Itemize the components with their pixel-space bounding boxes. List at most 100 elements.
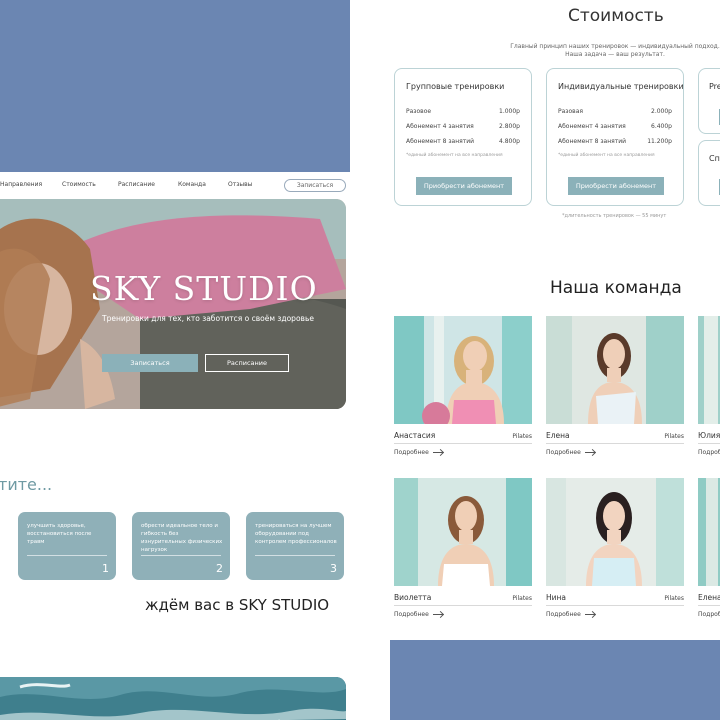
more-link[interactable]: Подробнее (394, 611, 532, 618)
pricing-team-page: Стоимость Главный принцип наших трениров… (350, 0, 720, 640)
price-list: Разовая 2.000р Абонемент 4 занятия 6.400р … (558, 108, 672, 153)
price-label: Абонемент 8 занятий (558, 138, 627, 145)
team-member-card[interactable]: Елена Подробнее (698, 478, 720, 618)
home-page: Направления Стоимость Расписание Команда… (0, 172, 390, 720)
benefit-number: 3 (330, 562, 337, 575)
benefits-heading: тите... (0, 475, 53, 494)
hero-schedule-button[interactable]: Расписание (205, 354, 289, 372)
more-link[interactable]: Подробнее (698, 611, 720, 618)
benefit-number: 2 (216, 562, 223, 575)
member-info: Юлия (698, 431, 720, 444)
price-row: Абонемент 4 занятия 2.800р (406, 123, 520, 138)
price-label: Абонемент 4 занятия (406, 123, 474, 130)
price-label: Абонемент 8 занятий (406, 138, 475, 145)
team-member-card[interactable]: Нина Pilates Подробнее (546, 478, 684, 618)
benefit-text: улучшить здоровье, восстановиться после … (27, 523, 92, 545)
more-link[interactable]: Подробнее (546, 611, 684, 618)
pricing-subtitle-line1: Главный принцип наших тренировок — индив… (510, 43, 720, 50)
member-name: Виолетта (394, 593, 432, 602)
price-note: *единый абонемент на все направления (406, 153, 503, 158)
member-role: Pilates (664, 595, 684, 602)
benefit-card: улучшить здоровье, восстановиться после … (18, 512, 116, 580)
more-label: Подробнее (394, 449, 429, 456)
price-row: Разовое 1.000р (406, 108, 520, 123)
nav-signup-button[interactable]: Записаться (284, 179, 346, 192)
member-name: Елена (546, 431, 570, 440)
nav-item-reviews[interactable]: Отзывы (228, 181, 252, 188)
member-role: Pilates (512, 595, 532, 602)
price-value: 4.800р (499, 138, 520, 145)
nav-item-team[interactable]: Команда (178, 181, 206, 188)
arrow-right-icon (584, 452, 595, 453)
arrow-right-icon (432, 614, 443, 615)
team-title: Наша команда (550, 278, 682, 298)
more-link[interactable]: Подробнее (698, 449, 720, 456)
arrow-right-icon (432, 452, 443, 453)
price-row: Разовая 2.000р (558, 108, 672, 123)
more-label: Подробнее (546, 449, 581, 456)
benefit-text: тренироваться на лучшем оборудовании под… (255, 523, 337, 545)
price-label: Разовое (406, 108, 432, 115)
price-card-title: Сп (709, 154, 720, 163)
price-value: 11.200р (647, 138, 672, 145)
benefit-divider (27, 555, 107, 556)
price-card-title: Индивидуальные тренировки (558, 82, 684, 91)
member-photo (546, 316, 684, 424)
price-row: Абонемент 8 занятий 4.800р (406, 138, 520, 153)
price-card-partial: Сп (698, 140, 720, 206)
price-card-title: Pre (709, 82, 720, 91)
member-name: Нина (546, 593, 567, 602)
member-photo (394, 316, 532, 424)
benefit-number: 1 (102, 562, 109, 575)
team-member-card[interactable]: Юлия Подробнее (698, 316, 720, 456)
member-photo (546, 478, 684, 586)
price-card-title: Групповые тренировки (406, 82, 505, 91)
buy-subscription-button[interactable]: Приобрести абонемент (568, 177, 664, 195)
price-label: Разовая (558, 108, 583, 115)
team-member-card[interactable]: Елена Pilates Подробнее (546, 316, 684, 456)
price-card-individual: Индивидуальные тренировки Разовая 2.000р … (546, 68, 684, 206)
member-photo (698, 478, 720, 586)
price-value: 1.000р (499, 108, 520, 115)
more-link[interactable]: Подробнее (546, 449, 684, 456)
duration-note: *длительность тренировок — 55 минут (562, 213, 667, 219)
price-list: Разовое 1.000р Абонемент 4 занятия 2.800р … (406, 108, 520, 153)
member-info: Нина Pilates (546, 593, 684, 606)
member-info: Анастасия Pilates (394, 431, 532, 444)
member-role: Pilates (512, 433, 532, 440)
hero-signup-button[interactable]: Записаться (102, 354, 198, 372)
sea-photo (0, 677, 346, 720)
pricing-subtitle-line2: Наша задача — ваш результат. (565, 51, 665, 58)
benefit-text: обрести идеальное тело и гибкость без из… (141, 523, 223, 553)
price-label: Абонемент 4 занятия (558, 123, 626, 130)
buy-subscription-button[interactable]: Приобрести абонемент (416, 177, 512, 195)
benefit-card: обрести идеальное тело и гибкость без из… (132, 512, 230, 580)
arrow-right-icon (584, 614, 595, 615)
hero-banner: SKY STUDIO Тренировки для тех, кто забот… (0, 199, 346, 409)
nav-item-directions[interactable]: Направления (0, 181, 42, 188)
closing-text: ждём вас в SKY STUDIO (145, 596, 330, 614)
team-member-card[interactable]: Анастасия Pilates Подробнее (394, 316, 532, 456)
member-name: Елена (698, 593, 720, 602)
nav-item-schedule[interactable]: Расписание (118, 181, 155, 188)
nav-item-pricing[interactable]: Стоимость (62, 181, 96, 188)
member-name: Юлия (698, 431, 720, 440)
member-name: Анастасия (394, 431, 436, 440)
more-label: Подробнее (546, 611, 581, 618)
price-value: 2.800р (499, 123, 520, 130)
team-member-card[interactable]: Виолетта Pilates Подробнее (394, 478, 532, 618)
price-row: Абонемент 8 занятий 11.200р (558, 138, 672, 153)
pricing-title: Стоимость (568, 6, 664, 26)
price-card-group: Групповые тренировки Разовое 1.000р Абоне… (394, 68, 532, 206)
price-value: 6.400р (651, 123, 672, 130)
more-label: Подробнее (698, 611, 720, 618)
price-note: *единый абонемент на все направления (558, 153, 655, 158)
member-photo (394, 478, 532, 586)
member-info: Виолетта Pilates (394, 593, 532, 606)
member-info: Елена (698, 593, 720, 606)
hero-title: SKY STUDIO (90, 269, 318, 308)
price-value: 2.000р (651, 108, 672, 115)
more-link[interactable]: Подробнее (394, 449, 532, 456)
price-row: Абонемент 4 занятия 6.400р (558, 123, 672, 138)
pricing-subtitle: Главный принцип наших тренировок — индив… (500, 43, 720, 59)
